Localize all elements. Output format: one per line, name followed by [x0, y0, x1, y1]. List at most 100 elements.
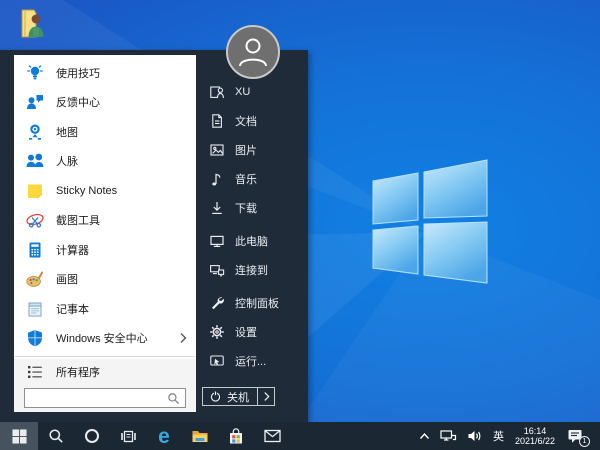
shutdown-button[interactable]: 关机 — [202, 387, 258, 406]
start-search-box[interactable] — [24, 388, 186, 408]
system-tray: 英 16:14 2021/6/22 1 — [414, 422, 600, 450]
chevron-right-icon — [179, 332, 187, 344]
edge-icon: e — [158, 426, 170, 447]
windows-logo — [368, 150, 492, 292]
file-explorer-button[interactable] — [182, 422, 218, 450]
menu-item-label: 使用技巧 — [56, 65, 100, 81]
store-bag-icon — [228, 428, 244, 445]
menu-item-tips[interactable]: 使用技巧 — [14, 58, 196, 88]
task-view-icon — [120, 429, 137, 444]
user-avatar[interactable] — [226, 25, 280, 79]
run-window-icon — [209, 353, 225, 369]
right-item-label: XU — [235, 86, 250, 98]
search-icon — [48, 428, 64, 444]
right-item-user[interactable]: XU — [196, 77, 308, 106]
all-programs-button[interactable]: 所有程序 — [14, 359, 196, 385]
menu-item-paint[interactable]: 画图 — [14, 265, 196, 295]
shutdown-row: 关机 — [202, 387, 275, 406]
start-menu: 使用技巧 反馈中心 地图 人脉 Sticky Notes — [0, 50, 308, 422]
menu-item-label: Sticky Notes — [56, 185, 117, 197]
ethernet-network-icon — [440, 429, 457, 443]
folder-icon — [191, 428, 209, 444]
feedback-icon — [25, 92, 45, 112]
right-item-downloads[interactable]: 下载 — [196, 193, 308, 222]
search-icon — [167, 392, 180, 405]
action-center-button[interactable]: 1 — [561, 422, 592, 450]
user-frame-icon — [209, 84, 225, 100]
show-hidden-icons-button[interactable] — [414, 422, 435, 450]
menu-item-label: 截图工具 — [56, 212, 100, 228]
snipping-scissors-icon — [25, 210, 45, 230]
language-indicator[interactable]: 英 — [488, 422, 509, 450]
menu-item-label: 记事本 — [56, 301, 89, 317]
menu-item-label: Windows 安全中心 — [56, 330, 148, 346]
right-item-run[interactable]: 运行... — [196, 346, 308, 375]
sticky-note-icon — [25, 181, 45, 201]
gear-icon — [209, 324, 225, 340]
notification-badge: 1 — [579, 436, 590, 447]
lightbulb-icon — [25, 63, 45, 83]
menu-item-people[interactable]: 人脉 — [14, 147, 196, 177]
cortana-circle-icon — [84, 428, 100, 444]
mail-button[interactable] — [254, 422, 290, 450]
menu-item-notepad[interactable]: 记事本 — [14, 294, 196, 324]
menu-item-feedback-hub[interactable]: 反馈中心 — [14, 88, 196, 118]
clock[interactable]: 16:14 2021/6/22 — [509, 426, 561, 447]
menu-item-calculator[interactable]: 计算器 — [14, 235, 196, 265]
right-item-music[interactable]: 音乐 — [196, 164, 308, 193]
clock-time: 16:14 — [515, 426, 555, 437]
right-item-label: 设置 — [235, 324, 257, 340]
start-menu-left-panel: 使用技巧 反馈中心 地图 人脉 Sticky Notes — [14, 55, 196, 412]
right-item-label: 此电脑 — [235, 233, 268, 249]
right-item-label: 音乐 — [235, 171, 257, 187]
shutdown-options-button[interactable] — [258, 387, 275, 406]
chevron-up-icon — [419, 432, 430, 440]
menu-item-maps[interactable]: 地图 — [14, 117, 196, 147]
cortana-button[interactable] — [74, 422, 110, 450]
menu-item-windows-security[interactable]: Windows 安全中心 — [14, 324, 196, 354]
network-tray-button[interactable] — [435, 422, 462, 450]
task-view-button[interactable] — [110, 422, 146, 450]
windows-start-icon — [12, 429, 27, 444]
menu-item-sticky-notes[interactable]: Sticky Notes — [14, 176, 196, 206]
right-item-control-panel[interactable]: 控制面板 — [196, 288, 308, 317]
start-menu-right-panel: XU 文档 图片 音乐 下载 — [196, 50, 308, 422]
speaker-icon — [467, 429, 483, 443]
people-icon — [25, 151, 45, 171]
right-item-label: 图片 — [235, 142, 257, 158]
person-icon — [233, 32, 273, 72]
all-programs-label: 所有程序 — [56, 364, 100, 380]
taskbar-search-button[interactable] — [38, 422, 74, 450]
start-button[interactable] — [0, 422, 38, 450]
wrench-icon — [209, 295, 225, 311]
menu-item-snipping-tool[interactable]: 截图工具 — [14, 206, 196, 236]
computer-icon — [209, 233, 225, 249]
desktop-icon-user-files[interactable] — [14, 5, 50, 43]
start-search-input[interactable] — [30, 391, 167, 405]
right-item-label: 连接到 — [235, 262, 268, 278]
store-button[interactable] — [218, 422, 254, 450]
menu-item-label: 反馈中心 — [56, 94, 100, 110]
right-item-this-pc[interactable]: 此电脑 — [196, 226, 308, 255]
program-list-icon — [25, 362, 45, 382]
right-item-pictures[interactable]: 图片 — [196, 135, 308, 164]
music-note-icon — [209, 171, 225, 187]
clock-date: 2021/6/22 — [515, 436, 555, 447]
taskbar: e — [0, 422, 600, 450]
volume-tray-button[interactable] — [462, 422, 488, 450]
security-shield-icon — [25, 328, 45, 348]
chevron-right-icon — [263, 391, 270, 402]
right-item-label: 下载 — [235, 200, 257, 216]
mail-envelope-icon — [264, 429, 281, 443]
edge-button[interactable]: e — [146, 422, 182, 450]
right-item-documents[interactable]: 文档 — [196, 106, 308, 135]
connect-display-icon — [209, 262, 225, 278]
language-label: 英 — [493, 428, 504, 444]
right-item-connect-to[interactable]: 连接到 — [196, 255, 308, 284]
notepad-icon — [25, 299, 45, 319]
right-item-settings[interactable]: 设置 — [196, 317, 308, 346]
menu-divider — [15, 356, 195, 357]
right-item-label: 文档 — [235, 113, 257, 129]
calculator-icon — [25, 240, 45, 260]
menu-item-label: 画图 — [56, 271, 78, 287]
